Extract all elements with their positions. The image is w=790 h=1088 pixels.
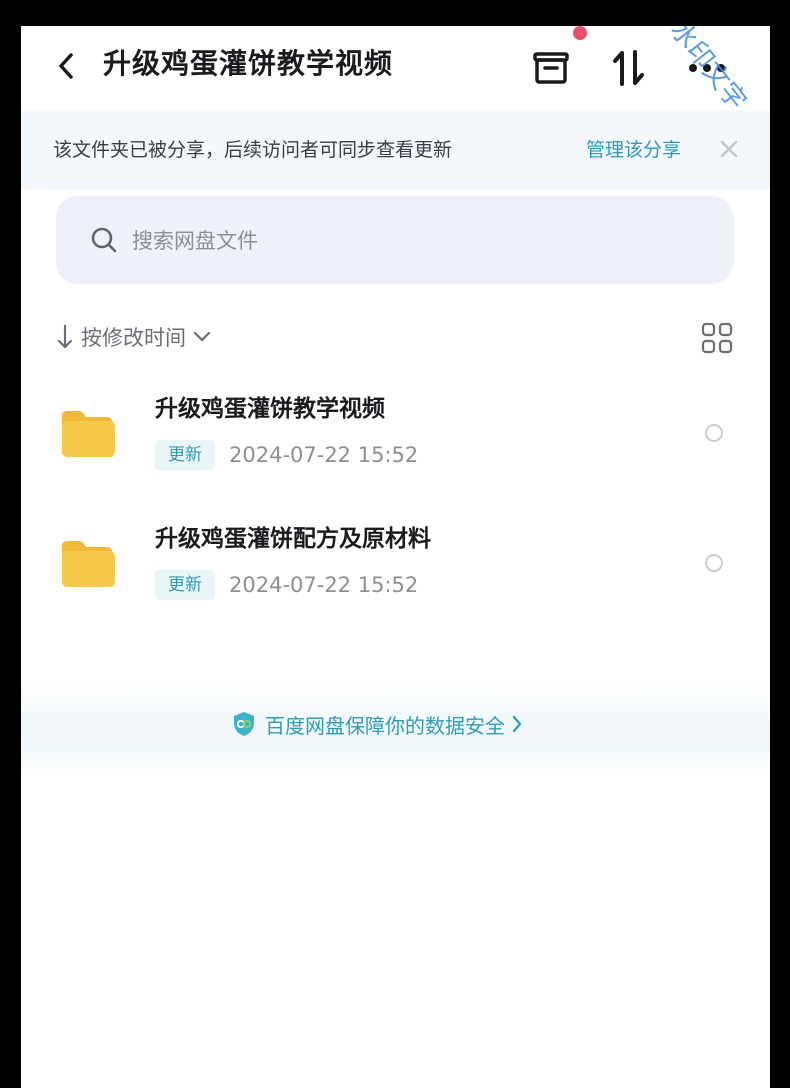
- share-banner-text: 该文件夹已被分享，后续访问者可同步查看更新: [53, 139, 453, 161]
- file-row[interactable]: 升级鸡蛋灌饼配方及原材料 更新 2024-07-22 15:52: [21, 510, 770, 620]
- sort-selector[interactable]: 按修改时间: [57, 321, 212, 353]
- file-date: 2024-07-22 15:52: [229, 573, 419, 597]
- arrow-down-icon: [57, 324, 73, 349]
- file-date: 2024-07-22 15:52: [229, 443, 419, 467]
- select-checkbox[interactable]: [705, 554, 723, 572]
- file-name: 升级鸡蛋灌饼教学视频: [155, 396, 385, 422]
- share-banner: 该文件夹已被分享，后续访问者可同步查看更新 管理该分享: [21, 111, 770, 189]
- close-icon: [720, 140, 738, 158]
- grid-view-toggle[interactable]: [701, 322, 733, 354]
- sort-label: 按修改时间: [81, 326, 186, 350]
- banner-close-button[interactable]: [715, 135, 743, 163]
- chevron-right-icon: [512, 715, 522, 733]
- shield-icon: [234, 712, 254, 736]
- folder-icon: [62, 541, 115, 587]
- update-badge: 更新: [155, 570, 215, 600]
- security-notice-link[interactable]: 百度网盘保障你的数据安全: [231, 708, 523, 740]
- manage-share-link[interactable]: 管理该分享: [586, 137, 681, 163]
- file-row[interactable]: 升级鸡蛋灌饼教学视频 更新 2024-07-22 15:52: [21, 380, 770, 490]
- select-checkbox[interactable]: [705, 424, 723, 442]
- search-input[interactable]: [130, 220, 694, 262]
- chevron-left-icon: [59, 53, 73, 79]
- archive-icon: [533, 52, 569, 84]
- grid-view-icon: [701, 322, 733, 354]
- chevron-down-icon: [193, 331, 211, 342]
- file-name: 升级鸡蛋灌饼配方及原材料: [155, 526, 431, 552]
- search-bar[interactable]: [56, 196, 734, 284]
- header-bar: 升级鸡蛋灌饼教学视频 水印文字: [21, 26, 770, 116]
- app-screen: 升级鸡蛋灌饼教学视频 水印文字 该文件夹已被分享，后续访问者可同步查看更新 管理…: [21, 26, 770, 1088]
- archive-button[interactable]: [529, 46, 573, 90]
- search-icon: [91, 227, 117, 253]
- back-button[interactable]: [51, 48, 81, 84]
- folder-icon: [62, 411, 115, 457]
- page-title: 升级鸡蛋灌饼教学视频: [103, 47, 394, 80]
- notification-dot: [573, 26, 587, 40]
- security-text: 百度网盘保障你的数据安全: [265, 713, 505, 738]
- update-badge: 更新: [155, 440, 215, 470]
